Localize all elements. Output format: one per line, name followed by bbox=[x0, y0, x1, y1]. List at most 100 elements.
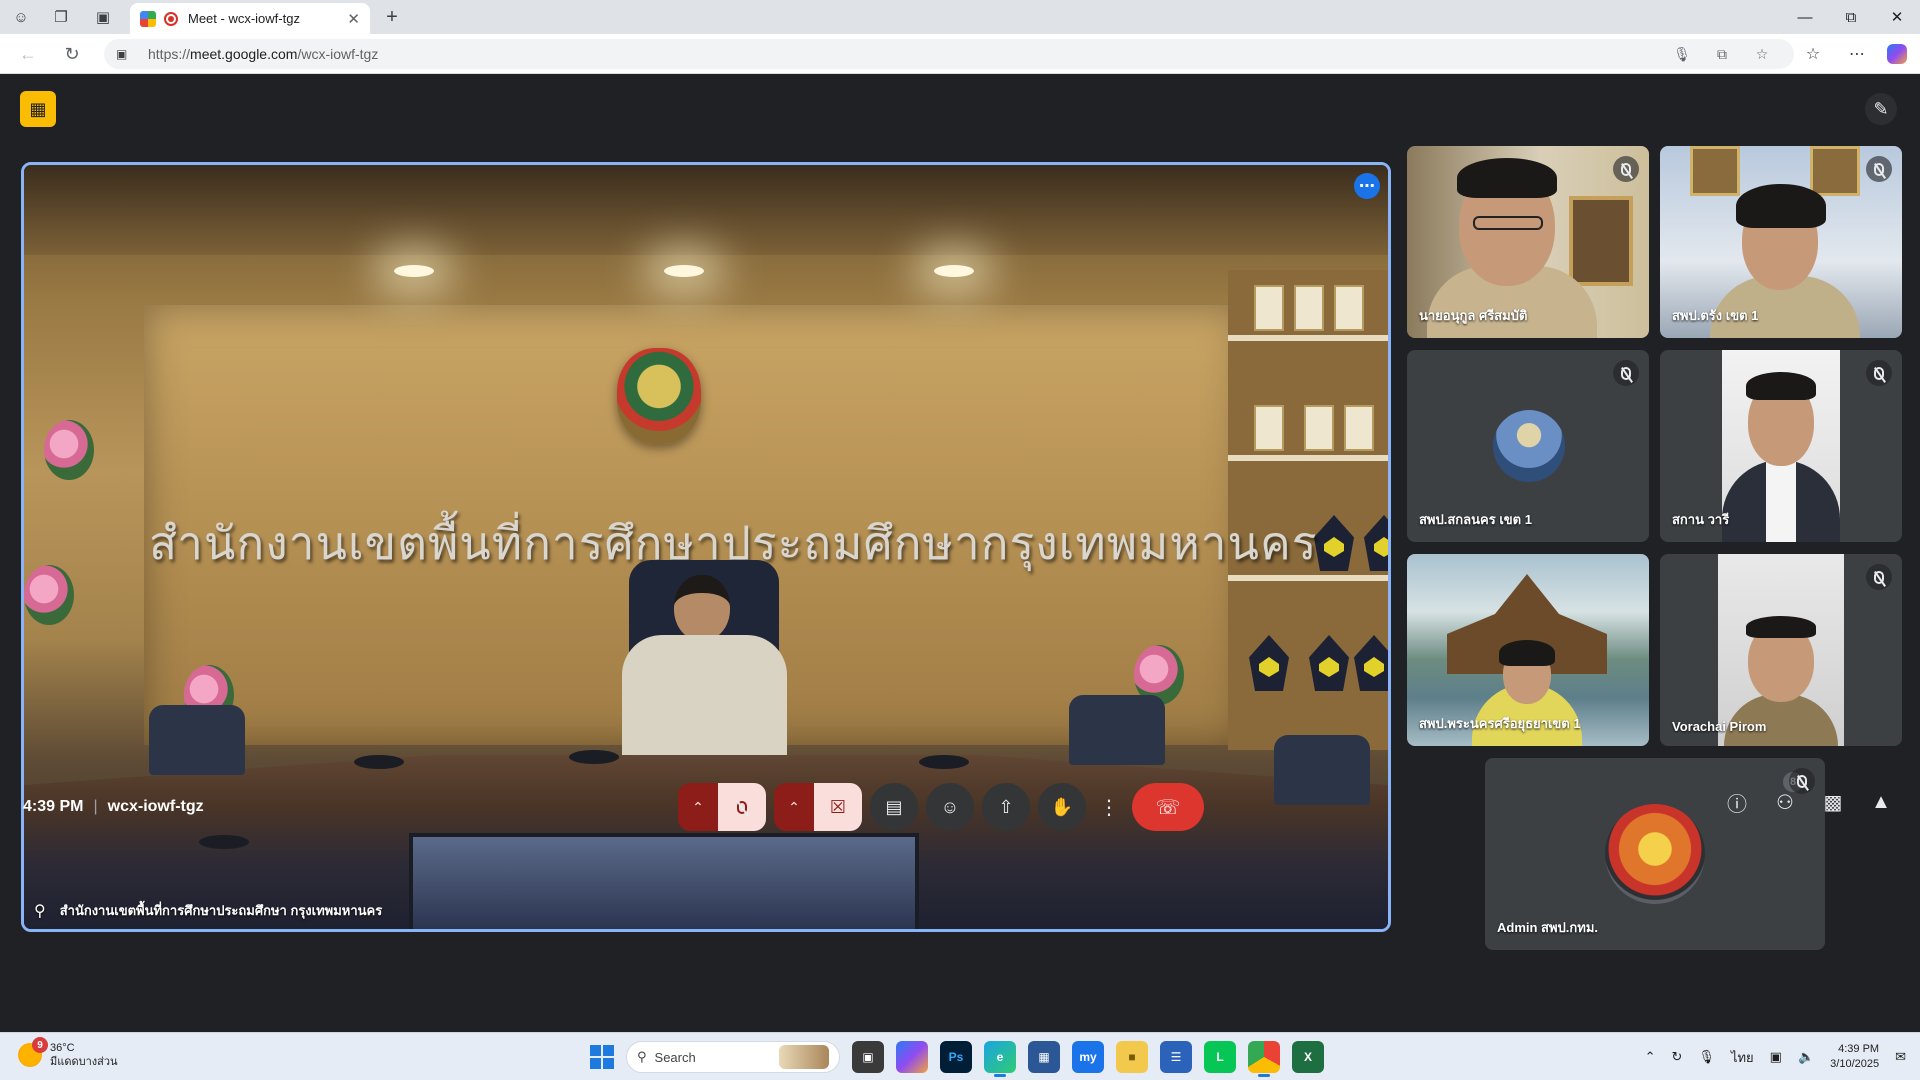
store-icon[interactable]: ▦ bbox=[1028, 1041, 1060, 1073]
emoji-reactions-button[interactable]: ☺ bbox=[926, 783, 974, 831]
taskbar-time: 4:39 PM bbox=[1838, 1043, 1880, 1055]
document-app-icon[interactable]: ☰ bbox=[1160, 1041, 1192, 1073]
search-placeholder: Search bbox=[654, 1049, 696, 1065]
sync-icon[interactable]: ↻ bbox=[1672, 1049, 1683, 1065]
tab-actions-icon[interactable]: ▣ bbox=[92, 6, 114, 28]
edge-browser-icon[interactable]: e bbox=[984, 1041, 1016, 1077]
participant-tile[interactable]: สกาน วารี bbox=[1660, 350, 1902, 542]
muted-mic-icon bbox=[1613, 360, 1639, 386]
browser-tab-bar: ☺ ❐ ▣ Meet - wcx-iowf-tgz ✕ + — ⧉ ✕ bbox=[0, 0, 1920, 34]
windows-taskbar: 9 36°C มีแดดบางส่วน ⚲ Search ▣ Ps e ▦ my… bbox=[0, 1032, 1920, 1080]
participant-avatar bbox=[1493, 410, 1565, 482]
tab-title: Meet - wcx-iowf-tgz bbox=[188, 11, 300, 26]
refresh-button[interactable]: ↻ bbox=[60, 43, 84, 65]
search-highlight-image bbox=[779, 1045, 829, 1069]
pin-icon[interactable]: ⚲ bbox=[34, 901, 46, 921]
side-panel-controls: ⓘ ⚇8 ▩ ▲ bbox=[1723, 772, 1895, 816]
video-settings-button[interactable]: ⌃ bbox=[774, 783, 814, 831]
minimize-button[interactable]: — bbox=[1782, 0, 1828, 34]
back-button[interactable]: ← bbox=[16, 43, 40, 65]
participant-tile[interactable]: Vorachai Pirom bbox=[1660, 554, 1902, 746]
input-language[interactable]: ไทย bbox=[1731, 1047, 1754, 1068]
start-button[interactable] bbox=[590, 1045, 614, 1069]
favorite-star-icon[interactable]: ☆ bbox=[1742, 46, 1782, 63]
taskbar-search[interactable]: ⚲ Search bbox=[626, 1041, 840, 1073]
system-tray: ⌃ ↻ 🎙 ไทย ▣ 🔈 4:39 PM 3/10/2025 ✉ bbox=[1645, 1039, 1906, 1075]
audio-settings-button[interactable]: ⌃ bbox=[678, 783, 718, 831]
search-icon: ⚲ bbox=[637, 1049, 647, 1064]
participant-name: สพป.ตรัง เขต 1 bbox=[1672, 308, 1759, 323]
muted-mic-icon bbox=[1613, 156, 1639, 182]
line-app-icon[interactable]: L bbox=[1204, 1041, 1236, 1073]
url-protocol: https:// bbox=[148, 46, 191, 62]
url-text[interactable]: https://meet.google.com/wcx-iowf-tgz bbox=[148, 46, 1662, 62]
app-available-icon[interactable]: ⧉ bbox=[1702, 46, 1742, 63]
muted-mic-icon bbox=[1789, 768, 1815, 794]
main-speaker-name: สำนักงานเขตพื้นที่การศึกษาประถมศึกษา กรุ… bbox=[59, 903, 383, 918]
leave-call-button[interactable]: ☏ bbox=[1132, 783, 1204, 831]
url-host: meet.google.com bbox=[190, 46, 298, 62]
participant-name: สพป.พระนครศรีอยุธยาเขต 1 bbox=[1419, 716, 1581, 731]
camera-control-group: ⌃ ☒ bbox=[774, 783, 862, 831]
weather-desc: มีแดดบางส่วน bbox=[50, 1056, 118, 1068]
excel-icon[interactable]: X bbox=[1292, 1041, 1324, 1073]
copilot-app-icon[interactable] bbox=[896, 1041, 928, 1073]
call-controls: ⌃ ⌃ ☒ ▤ ☺ ⇧ ✋ ⋮ ☏ bbox=[678, 783, 1204, 831]
captions-button[interactable]: ▤ bbox=[870, 783, 918, 831]
app-icon[interactable]: my bbox=[1072, 1041, 1104, 1073]
activities-icon[interactable]: ▲ bbox=[1867, 788, 1895, 816]
meet-favicon-icon bbox=[140, 10, 156, 27]
meeting-details-icon[interactable]: ⓘ bbox=[1723, 788, 1751, 816]
settings-more-icon[interactable]: ⋯ bbox=[1844, 43, 1870, 65]
mic-off-button[interactable] bbox=[718, 783, 766, 831]
meeting-time: 4:39 PM bbox=[23, 798, 84, 815]
favorites-icon[interactable]: ☆ bbox=[1800, 43, 1826, 65]
participant-tile[interactable]: สพป.พระนครศรีอยุธยาเขต 1 bbox=[1407, 554, 1649, 746]
tab-meet[interactable]: Meet - wcx-iowf-tgz ✕ bbox=[130, 3, 370, 34]
tile-more-options-icon[interactable]: ⋯ bbox=[1354, 173, 1380, 199]
desk-monitor bbox=[409, 833, 919, 929]
copilot-icon[interactable] bbox=[1884, 43, 1910, 65]
url-field[interactable]: ▣ https://meet.google.com/wcx-iowf-tgz 🎙… bbox=[104, 39, 1794, 69]
ministry-emblem-avatar bbox=[1605, 804, 1705, 904]
microphone-icon[interactable]: 🎙 bbox=[1662, 46, 1702, 63]
chat-icon[interactable]: ▩ bbox=[1819, 788, 1847, 816]
photoshop-icon[interactable]: Ps bbox=[940, 1041, 972, 1073]
lock-icon[interactable]: ▣ bbox=[116, 47, 134, 61]
volume-icon[interactable]: 🔈 bbox=[1798, 1049, 1814, 1065]
muted-mic-icon bbox=[1866, 360, 1892, 386]
more-options-button[interactable]: ⋮ bbox=[1094, 783, 1124, 831]
present-screen-button[interactable]: ⇧ bbox=[982, 783, 1030, 831]
participant-tile[interactable]: สพป.ตรัง เขต 1 bbox=[1660, 146, 1902, 338]
restore-button[interactable]: ⧉ bbox=[1828, 0, 1874, 34]
weather-badge: 9 bbox=[32, 1037, 48, 1053]
taskbar-date: 3/10/2025 bbox=[1830, 1058, 1880, 1070]
chevron-up-icon[interactable]: ⌃ bbox=[1645, 1049, 1656, 1065]
notification-icon[interactable]: ✉ bbox=[1895, 1049, 1906, 1065]
meeting-code: wcx-iowf-tgz bbox=[107, 798, 204, 815]
new-tab-button[interactable]: + bbox=[380, 5, 404, 29]
profile-icon[interactable]: ☺ bbox=[10, 6, 32, 28]
file-explorer-icon[interactable]: ■ bbox=[1116, 1041, 1148, 1073]
recording-indicator-icon[interactable]: ▦ bbox=[20, 91, 56, 127]
clock[interactable]: 4:39 PM 3/10/2025 bbox=[1830, 1042, 1879, 1072]
raise-hand-button[interactable]: ✋ bbox=[1038, 783, 1086, 831]
ministry-emblem-icon bbox=[617, 348, 701, 444]
close-window-button[interactable]: ✕ bbox=[1874, 0, 1920, 34]
workspaces-icon[interactable]: ❐ bbox=[50, 6, 72, 28]
annotate-pen-icon[interactable]: ✎ bbox=[1865, 93, 1897, 125]
participant-name: นายอนุกูล ศรีสมบัติ bbox=[1419, 308, 1528, 323]
participant-tile[interactable]: สพป.สกลนคร เขต 1 bbox=[1407, 350, 1649, 542]
network-icon[interactable]: ▣ bbox=[1770, 1049, 1782, 1065]
participant-name: สพป.สกลนคร เขต 1 bbox=[1419, 512, 1532, 527]
camera-off-button[interactable]: ☒ bbox=[814, 783, 862, 831]
chrome-icon[interactable] bbox=[1248, 1041, 1280, 1077]
recording-dot-icon bbox=[164, 11, 178, 26]
url-path: /wcx-iowf-tgz bbox=[297, 46, 379, 62]
weather-widget[interactable]: 9 36°C มีแดดบางส่วน bbox=[18, 1037, 118, 1069]
task-view-icon[interactable]: ▣ bbox=[852, 1041, 884, 1073]
participant-tile[interactable]: Admin สพป.กทม. bbox=[1485, 758, 1825, 950]
microphone-tray-icon[interactable]: 🎙 bbox=[1698, 1049, 1715, 1065]
close-tab-icon[interactable]: ✕ bbox=[347, 10, 360, 28]
participant-tile[interactable]: นายอนุกูล ศรีสมบัติ bbox=[1407, 146, 1649, 338]
